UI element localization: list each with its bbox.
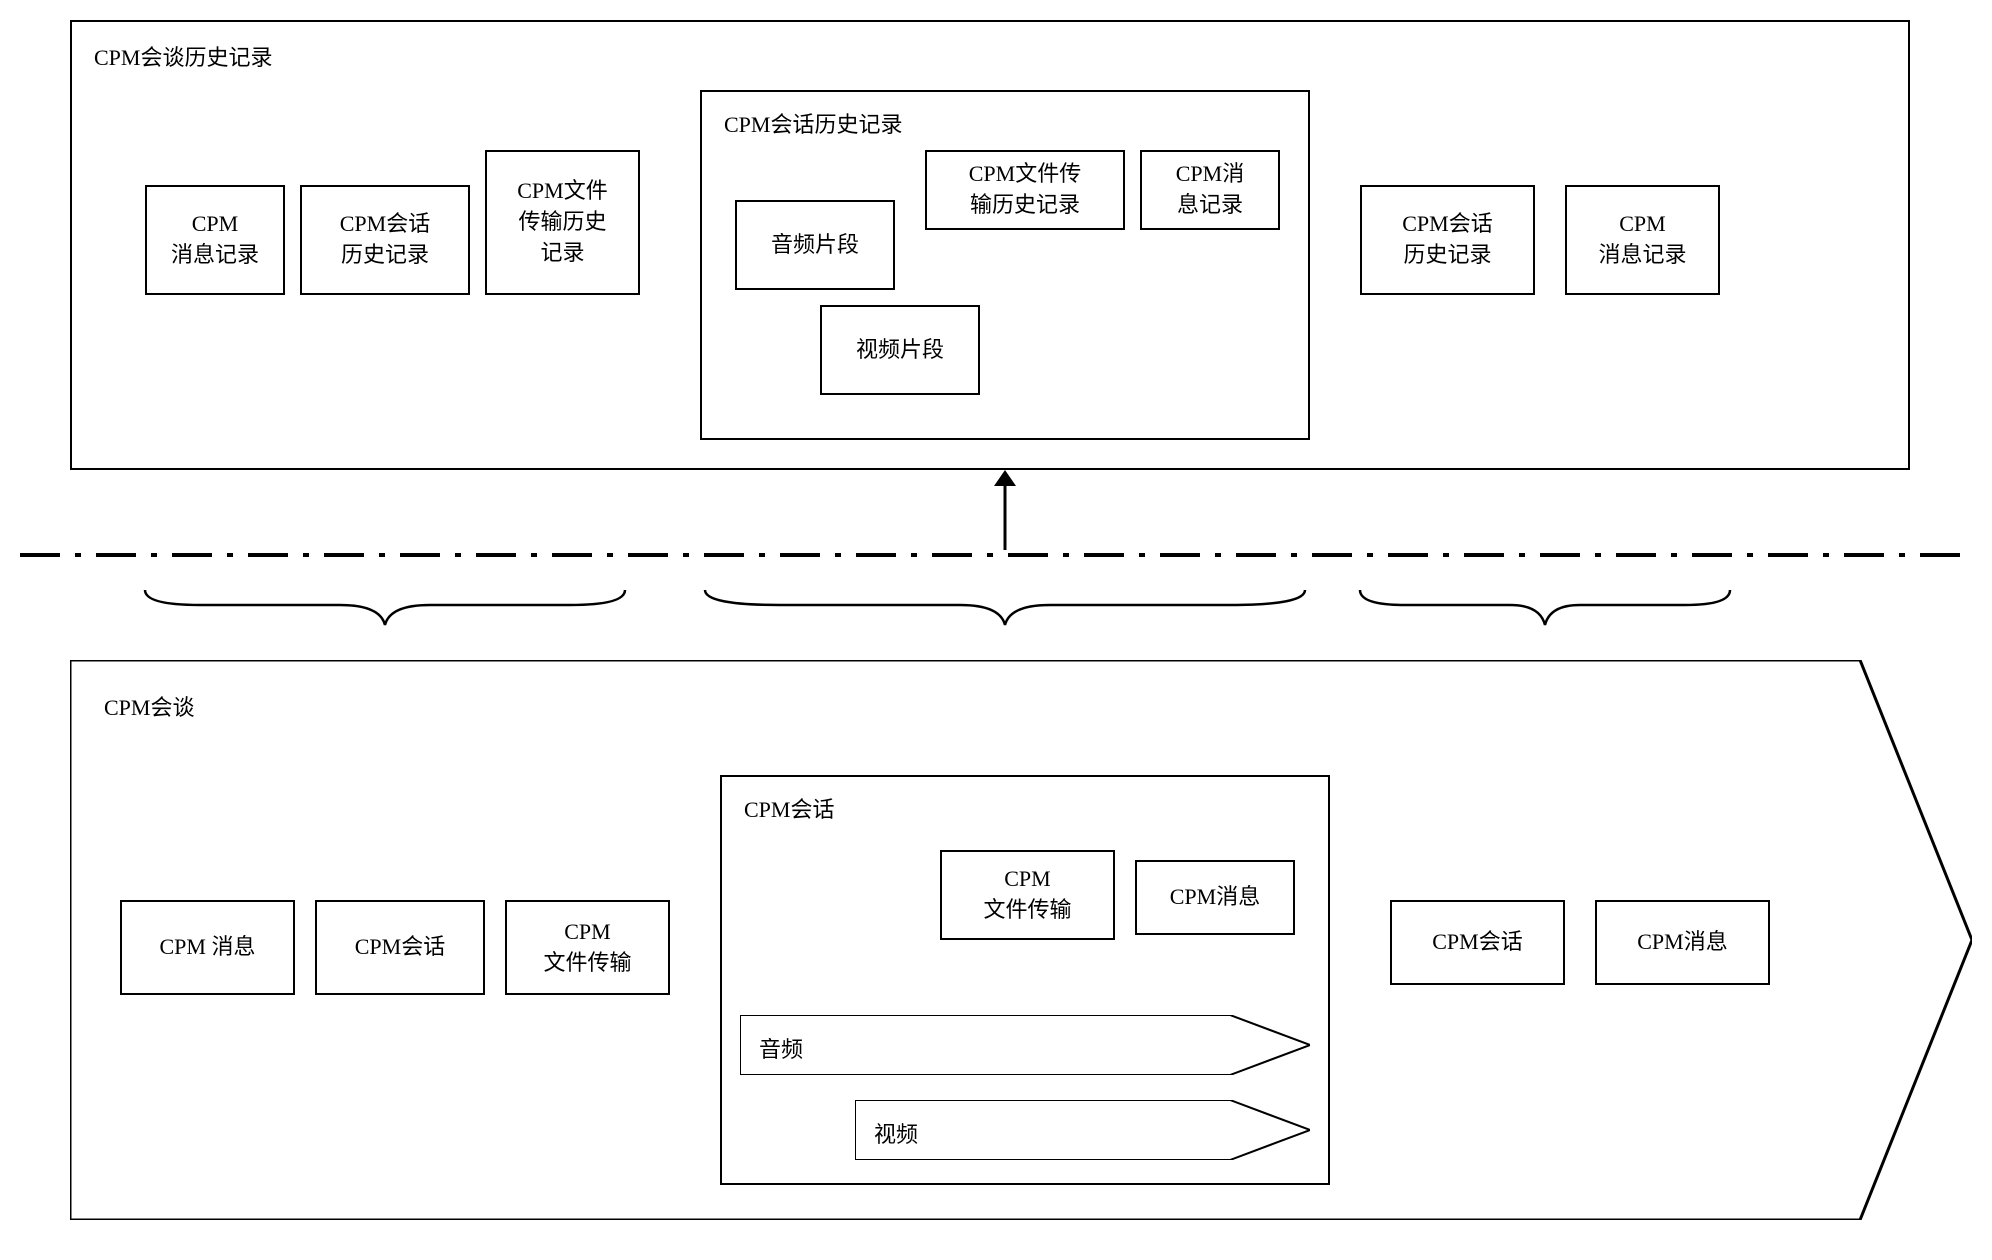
bottom-audio-bar [740,1015,1310,1075]
bottom-left-session: CPM会话 [315,900,485,995]
top-right-msg: CPM 消息记录 [1565,185,1720,295]
dash-dot-divider [20,550,1972,560]
top-left-session: CPM会话 历史记录 [300,185,470,295]
brace-right [1355,585,1735,630]
top-mid-audio: 音频片段 [735,200,895,290]
bottom-left-msg: CPM 消息 [120,900,295,995]
bottom-right-session: CPM会话 [1390,900,1565,985]
bottom-mid-msg: CPM消息 [1135,860,1295,935]
brace-left [140,585,630,630]
bottom-audio-label: 音频 [755,1030,807,1066]
top-right-session: CPM会话 历史记录 [1360,185,1535,295]
bottom-video-bar [855,1100,1310,1160]
brace-mid [700,585,1310,630]
top-left-msg: CPM 消息记录 [145,185,285,295]
top-mid-title: CPM会话历史记录 [720,105,906,141]
bottom-mid-file: CPM 文件传输 [940,850,1115,940]
top-mid-msg: CPM消 息记录 [1140,150,1280,230]
top-outer-title: CPM会谈历史记录 [90,38,276,74]
top-left-file: CPM文件 传输历史 记录 [485,150,640,295]
top-mid-video: 视频片段 [820,305,980,395]
top-mid-file: CPM文件传 输历史记录 [925,150,1125,230]
bottom-left-file: CPM 文件传输 [505,900,670,995]
bottom-mid-title: CPM会话 [740,790,838,826]
arrow-up-icon [990,470,1020,550]
bottom-outer-title: CPM会谈 [100,688,198,724]
bottom-video-label: 视频 [870,1115,922,1151]
bottom-right-msg: CPM消息 [1595,900,1770,985]
